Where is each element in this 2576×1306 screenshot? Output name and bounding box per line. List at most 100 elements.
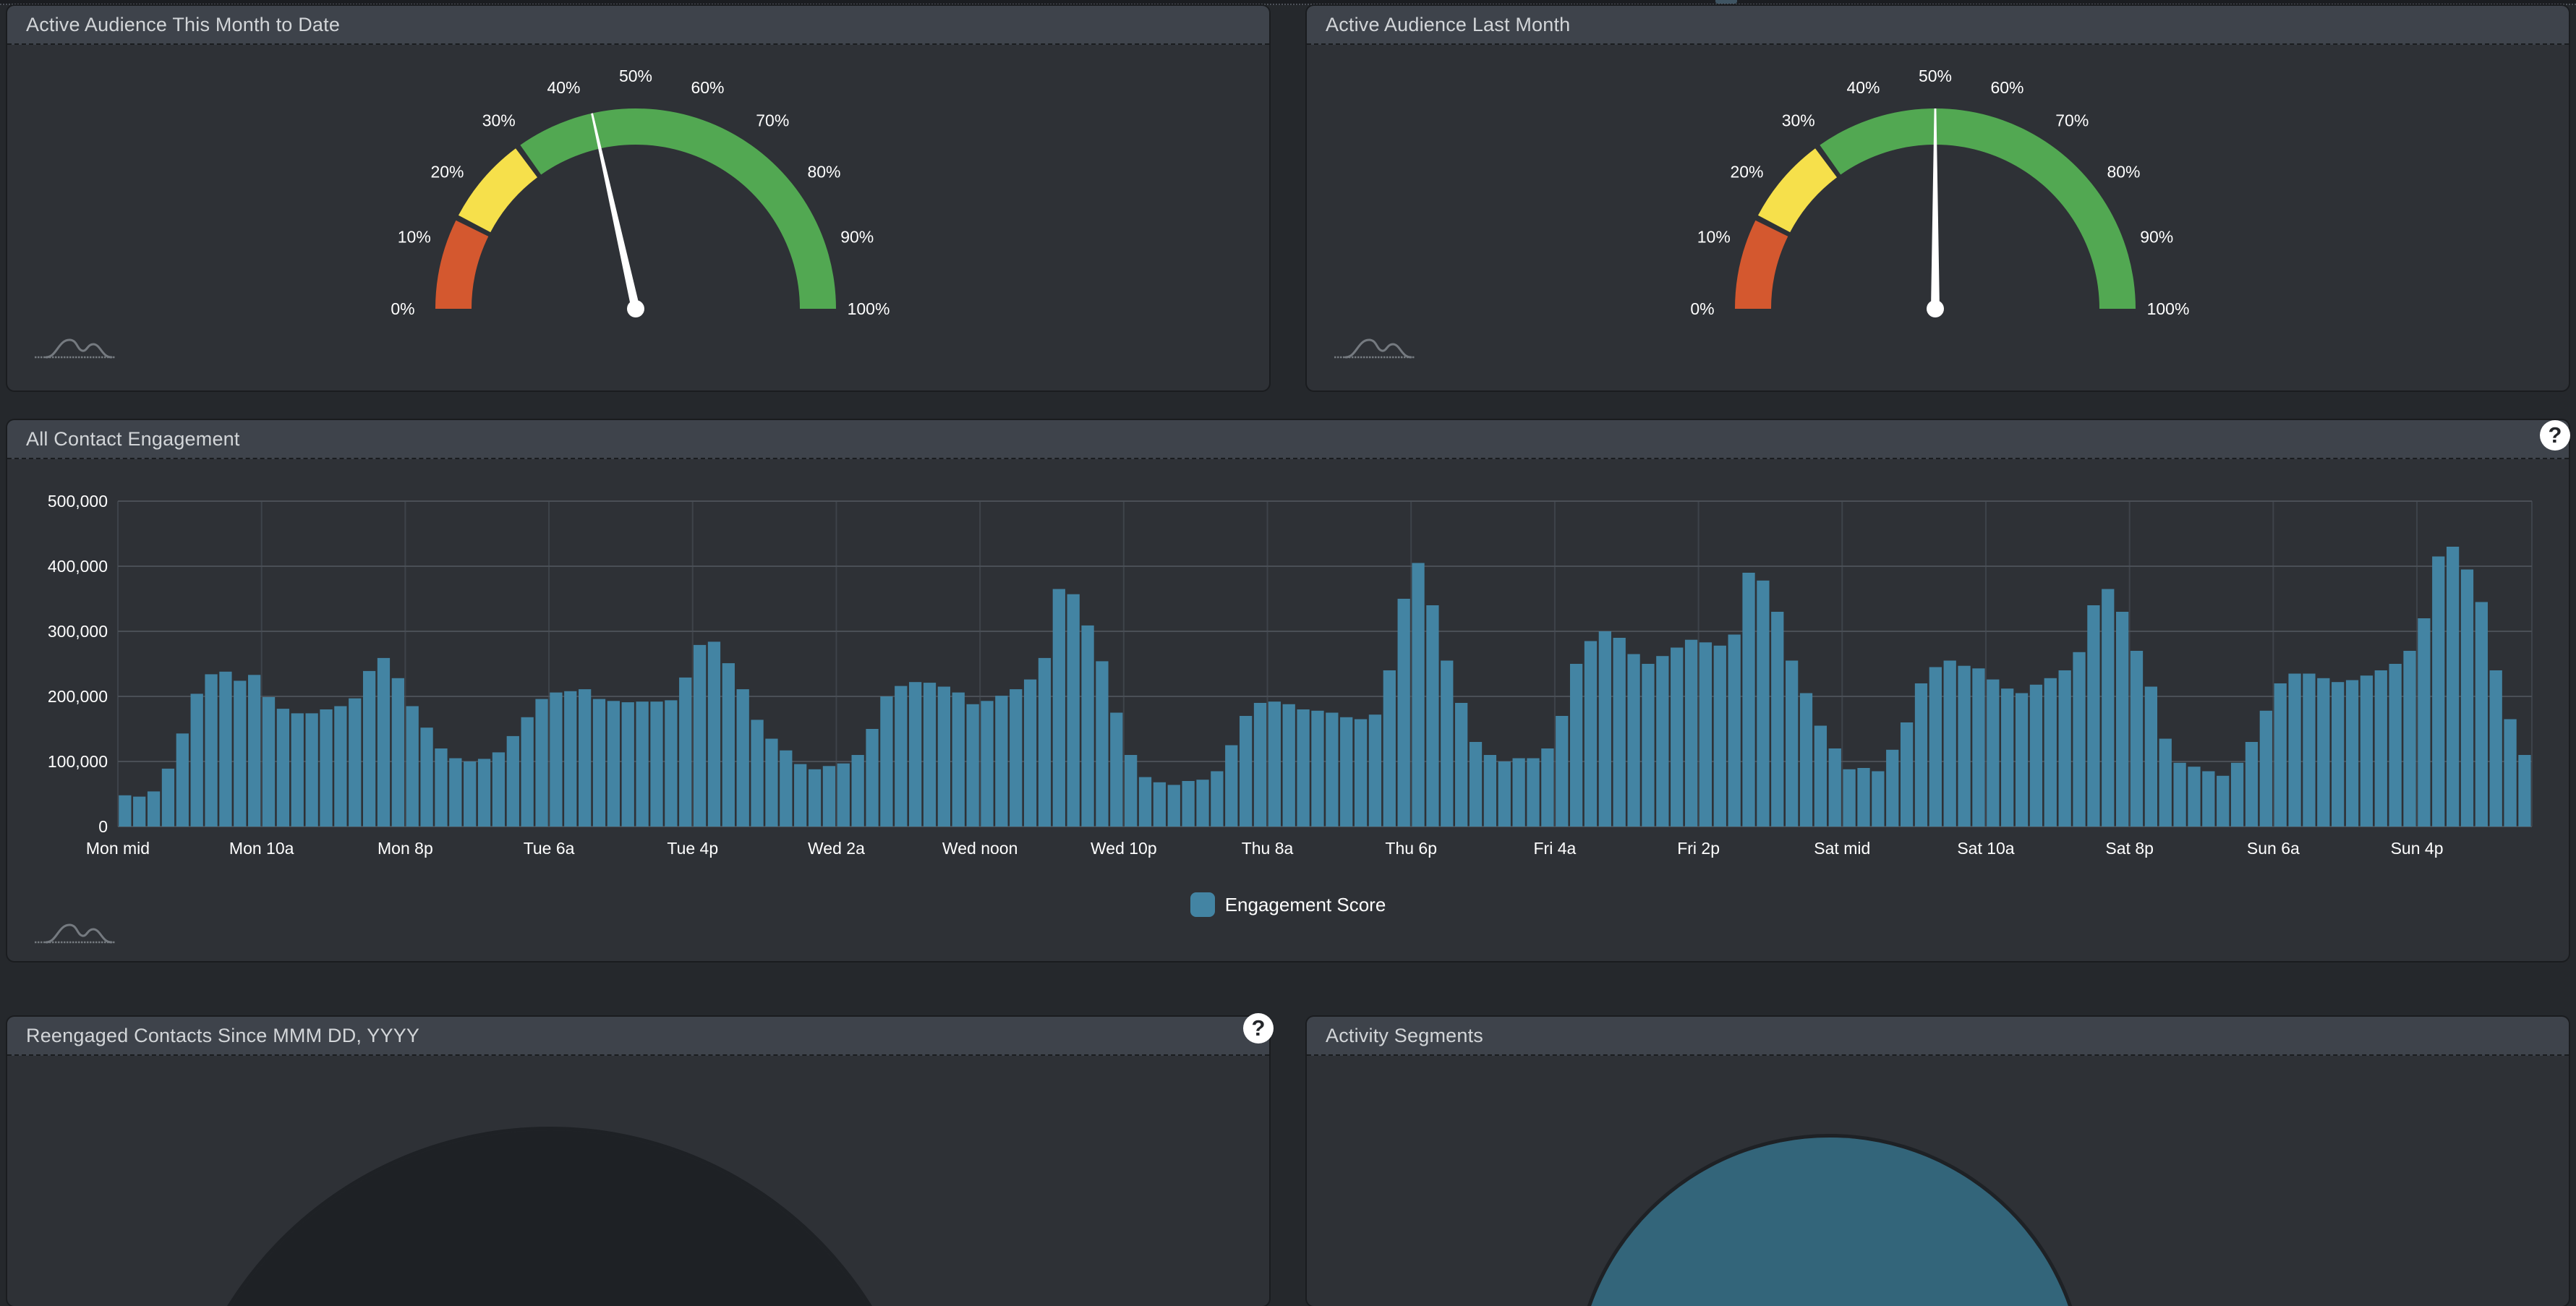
bar[interactable] bbox=[579, 689, 591, 827]
bar[interactable] bbox=[1527, 759, 1539, 827]
bar[interactable] bbox=[1512, 759, 1524, 827]
bar[interactable] bbox=[133, 797, 145, 827]
bar[interactable] bbox=[1311, 711, 1323, 827]
bar[interactable] bbox=[2030, 685, 2042, 827]
bar[interactable] bbox=[924, 683, 936, 827]
bar[interactable] bbox=[2016, 693, 2028, 827]
bar[interactable] bbox=[966, 704, 978, 827]
bar[interactable] bbox=[1800, 693, 1812, 827]
bar[interactable] bbox=[2518, 755, 2530, 827]
bar[interactable] bbox=[2260, 711, 2272, 827]
bar[interactable] bbox=[334, 707, 346, 827]
bar[interactable] bbox=[1929, 667, 1942, 827]
bar[interactable] bbox=[622, 702, 634, 827]
bar[interactable] bbox=[1196, 780, 1208, 827]
bar[interactable] bbox=[2389, 664, 2402, 827]
bar[interactable] bbox=[2044, 678, 2057, 827]
bar[interactable] bbox=[478, 759, 490, 827]
bar[interactable] bbox=[2288, 674, 2300, 827]
bar[interactable] bbox=[1053, 589, 1065, 827]
bar[interactable] bbox=[1742, 573, 1754, 827]
bar[interactable] bbox=[1254, 703, 1266, 827]
bar[interactable] bbox=[837, 764, 850, 827]
bar[interactable] bbox=[2403, 651, 2415, 827]
bar[interactable] bbox=[995, 696, 1007, 827]
bar[interactable] bbox=[809, 769, 821, 827]
bar[interactable] bbox=[2303, 674, 2315, 827]
bar[interactable] bbox=[1829, 748, 1841, 827]
bar[interactable] bbox=[1096, 661, 1108, 827]
help-icon[interactable]: ? bbox=[2540, 420, 2570, 451]
bar[interactable] bbox=[550, 693, 562, 827]
bar[interactable] bbox=[2145, 687, 2157, 827]
bar[interactable] bbox=[205, 674, 217, 827]
bar[interactable] bbox=[1383, 670, 1396, 827]
bar[interactable] bbox=[263, 697, 275, 827]
bar[interactable] bbox=[1484, 755, 1496, 827]
bar[interactable] bbox=[2504, 720, 2516, 827]
bar[interactable] bbox=[650, 701, 662, 827]
bar[interactable] bbox=[2159, 739, 2172, 827]
bar[interactable] bbox=[2231, 763, 2243, 827]
gauge-chart-this-month[interactable]: 0%10%20%30%40%50%60%70%80%90%100% bbox=[7, 46, 1269, 390]
bar[interactable] bbox=[507, 736, 519, 827]
bar[interactable] bbox=[1699, 642, 1712, 827]
bar[interactable] bbox=[2001, 688, 2013, 827]
bar[interactable] bbox=[1556, 716, 1568, 827]
bar[interactable] bbox=[1886, 750, 1898, 827]
bar[interactable] bbox=[751, 720, 763, 827]
bar[interactable] bbox=[2317, 678, 2329, 827]
bar[interactable] bbox=[420, 727, 432, 827]
activity-segments-pie-chart[interactable] bbox=[1307, 1057, 2569, 1306]
pie[interactable] bbox=[174, 1130, 926, 1306]
bar[interactable] bbox=[521, 717, 534, 827]
bar[interactable] bbox=[1297, 709, 1309, 827]
bar[interactable] bbox=[1412, 563, 1424, 827]
bar[interactable] bbox=[1585, 641, 1597, 827]
bar[interactable] bbox=[952, 693, 965, 827]
bar[interactable] bbox=[305, 713, 317, 827]
bar[interactable] bbox=[2461, 570, 2473, 827]
bar[interactable] bbox=[2475, 602, 2488, 827]
bar[interactable] bbox=[1714, 646, 1726, 827]
bar[interactable] bbox=[737, 689, 749, 827]
bar[interactable] bbox=[1081, 626, 1093, 827]
bar[interactable] bbox=[2202, 772, 2214, 827]
bar[interactable] bbox=[2432, 557, 2444, 827]
bar[interactable] bbox=[1541, 748, 1553, 827]
bar[interactable] bbox=[2346, 680, 2358, 827]
bar[interactable] bbox=[636, 701, 648, 827]
bar[interactable] bbox=[1326, 713, 1338, 827]
bar[interactable] bbox=[2116, 612, 2128, 827]
bar[interactable] bbox=[1283, 704, 1295, 827]
bar[interactable] bbox=[1398, 599, 1410, 827]
bar[interactable] bbox=[1814, 726, 1827, 827]
bar[interactable] bbox=[1470, 742, 1482, 827]
bar[interactable] bbox=[2188, 767, 2200, 827]
bar[interactable] bbox=[2332, 682, 2344, 827]
bar[interactable] bbox=[119, 795, 131, 827]
bar[interactable] bbox=[2059, 670, 2071, 827]
bar[interactable] bbox=[794, 764, 806, 827]
bar[interactable] bbox=[981, 701, 993, 827]
bar[interactable] bbox=[449, 759, 461, 827]
bar[interactable] bbox=[564, 691, 576, 827]
bar[interactable] bbox=[593, 699, 605, 827]
bar[interactable] bbox=[1369, 714, 1381, 827]
bar[interactable] bbox=[349, 699, 361, 827]
bar[interactable] bbox=[1944, 661, 1956, 827]
bar[interactable] bbox=[866, 729, 878, 827]
bar[interactable] bbox=[320, 709, 332, 827]
bar[interactable] bbox=[1685, 640, 1697, 827]
bar[interactable] bbox=[162, 769, 174, 827]
bar[interactable] bbox=[665, 700, 677, 827]
bar[interactable] bbox=[938, 687, 950, 827]
bar[interactable] bbox=[1627, 654, 1639, 827]
bar[interactable] bbox=[679, 678, 691, 827]
bar[interactable] bbox=[378, 658, 390, 827]
bar[interactable] bbox=[2418, 618, 2430, 827]
bar[interactable] bbox=[1426, 605, 1438, 827]
bar[interactable] bbox=[1182, 781, 1195, 827]
bar[interactable] bbox=[2274, 683, 2287, 827]
bar[interactable] bbox=[2447, 547, 2459, 827]
